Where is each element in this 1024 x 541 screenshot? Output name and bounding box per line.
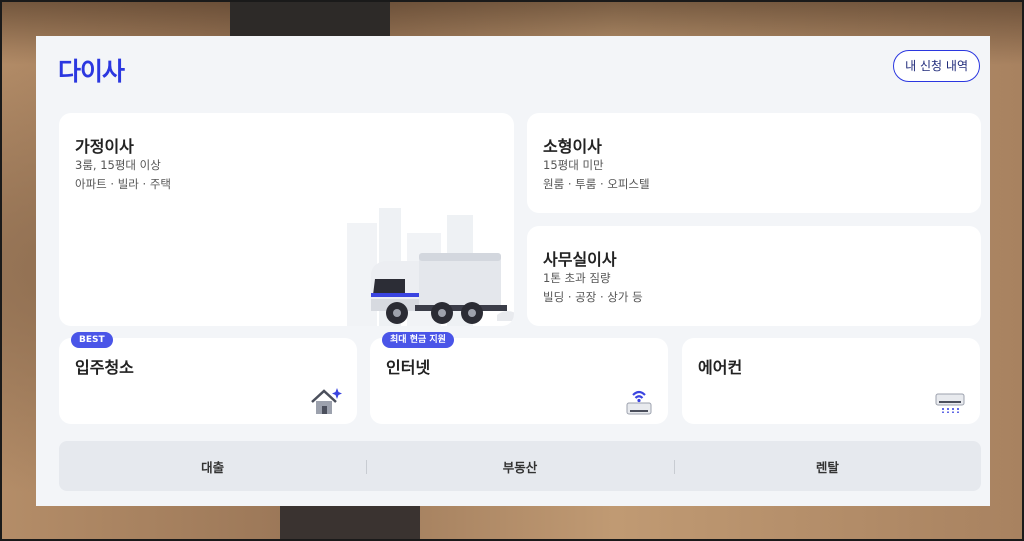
card-title: 사무실이사 <box>543 250 617 269</box>
card-subtitle: 3룸, 15평대 이상 <box>75 158 161 172</box>
move-in-cleaning-card[interactable]: BEST 입주청소 <box>59 332 357 424</box>
air-conditioner-icon <box>935 393 965 413</box>
cash-support-badge: 최대 현금 지원 <box>382 332 454 348</box>
bottom-links-bar: 대출 부동산 렌탈 <box>59 441 981 491</box>
card-subtitle: 15평대 미만 <box>543 158 604 172</box>
card-title: 가정이사 <box>75 137 134 156</box>
card-description: 아파트 · 빌라 · 주택 <box>75 177 171 191</box>
card-subtitle: 1톤 초과 짐량 <box>543 271 611 285</box>
small-moving-card[interactable]: 소형이사 15평대 미만 원룸 · 투룸 · 오피스텔 <box>527 113 981 213</box>
home-moving-card[interactable]: 가정이사 3룸, 15평대 이상 아파트 · 빌라 · 주택 <box>59 113 514 326</box>
office-moving-card[interactable]: 사무실이사 1톤 초과 짐량 빌딩 · 공장 · 상가 등 <box>527 226 981 326</box>
internet-card[interactable]: 최대 현금 지원 인터넷 <box>370 332 668 424</box>
card-description: 빌딩 · 공장 · 상가 등 <box>543 290 643 304</box>
moving-service-panel: 다이사 내 신청 내역 가정이사 3룸, 15평대 이상 아파트 · 빌라 · … <box>36 36 990 506</box>
moving-truck-icon <box>347 208 514 326</box>
card-title: 소형이사 <box>543 137 602 156</box>
card-title: 입주청소 <box>75 358 134 377</box>
loan-link[interactable]: 대출 <box>59 457 366 476</box>
best-badge: BEST <box>71 332 113 348</box>
card-title: 인터넷 <box>386 358 431 377</box>
card-description: 원룸 · 투룸 · 오피스텔 <box>543 177 650 191</box>
card-title: 에어컨 <box>698 358 743 377</box>
logo[interactable]: 다이사 <box>58 52 125 88</box>
rental-link[interactable]: 렌탈 <box>673 457 981 476</box>
my-requests-button[interactable]: 내 신청 내역 <box>893 50 980 82</box>
wifi-router-icon <box>626 390 652 415</box>
house-sparkle-icon <box>311 388 342 414</box>
real-estate-link[interactable]: 부동산 <box>366 457 673 476</box>
air-conditioner-card[interactable]: 에어컨 <box>682 338 980 424</box>
